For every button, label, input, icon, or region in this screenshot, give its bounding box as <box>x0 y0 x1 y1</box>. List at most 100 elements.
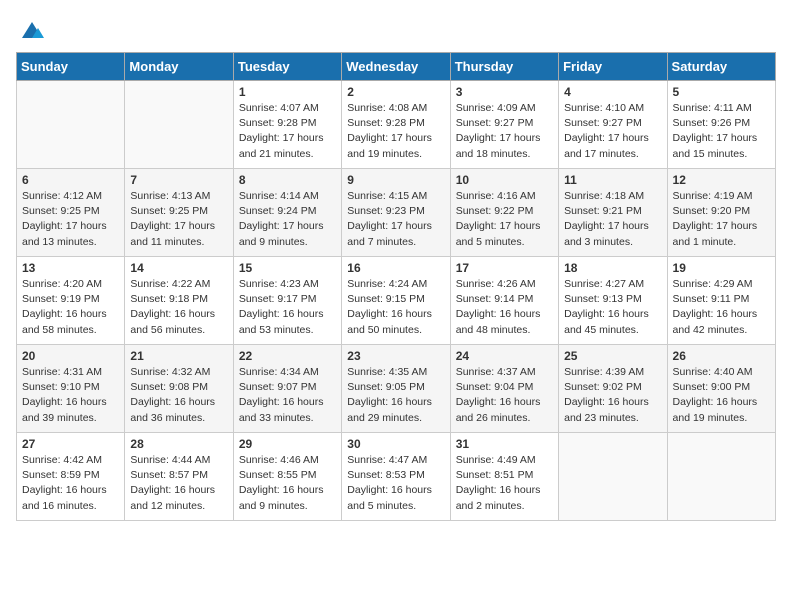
logo-icon <box>18 16 46 44</box>
logo <box>16 16 46 40</box>
col-header-thursday: Thursday <box>450 53 558 81</box>
day-number: 19 <box>673 261 770 275</box>
day-info: Sunrise: 4:39 AMSunset: 9:02 PMDaylight:… <box>564 365 661 426</box>
calendar-cell: 7 Sunrise: 4:13 AMSunset: 9:25 PMDaylight… <box>125 169 233 257</box>
calendar-cell: 16 Sunrise: 4:24 AMSunset: 9:15 PMDayligh… <box>342 257 450 345</box>
day-info: Sunrise: 4:47 AMSunset: 8:53 PMDaylight:… <box>347 453 444 514</box>
day-number: 27 <box>22 437 119 451</box>
day-info: Sunrise: 4:19 AMSunset: 9:20 PMDaylight:… <box>673 189 770 250</box>
col-header-tuesday: Tuesday <box>233 53 341 81</box>
calendar-cell: 24 Sunrise: 4:37 AMSunset: 9:04 PMDayligh… <box>450 345 558 433</box>
day-number: 21 <box>130 349 227 363</box>
day-info: Sunrise: 4:11 AMSunset: 9:26 PMDaylight:… <box>673 101 770 162</box>
calendar-cell <box>17 81 125 169</box>
day-number: 13 <box>22 261 119 275</box>
calendar-row-4: 27 Sunrise: 4:42 AMSunset: 8:59 PMDayligh… <box>17 433 776 521</box>
calendar-cell: 22 Sunrise: 4:34 AMSunset: 9:07 PMDayligh… <box>233 345 341 433</box>
calendar-cell: 28Sunrise: 4:44 AMSunset: 8:57 PMDayligh… <box>125 433 233 521</box>
calendar-cell: 10 Sunrise: 4:16 AMSunset: 9:22 PMDayligh… <box>450 169 558 257</box>
col-header-sunday: Sunday <box>17 53 125 81</box>
calendar-cell: 14 Sunrise: 4:22 AMSunset: 9:18 PMDayligh… <box>125 257 233 345</box>
day-number: 12 <box>673 173 770 187</box>
day-number: 1 <box>239 85 336 99</box>
day-info: Sunrise: 4:20 AMSunset: 9:19 PMDaylight:… <box>22 277 119 338</box>
day-info: Sunrise: 4:13 AMSunset: 9:25 PMDaylight:… <box>130 189 227 250</box>
day-info: Sunrise: 4:12 AMSunset: 9:25 PMDaylight:… <box>22 189 119 250</box>
calendar-cell: 9 Sunrise: 4:15 AMSunset: 9:23 PMDaylight… <box>342 169 450 257</box>
calendar-cell: 21 Sunrise: 4:32 AMSunset: 9:08 PMDayligh… <box>125 345 233 433</box>
day-info: Sunrise: 4:09 AMSunset: 9:27 PMDaylight:… <box>456 101 553 162</box>
day-number: 9 <box>347 173 444 187</box>
day-number: 17 <box>456 261 553 275</box>
day-number: 24 <box>456 349 553 363</box>
calendar-row-1: 6 Sunrise: 4:12 AMSunset: 9:25 PMDaylight… <box>17 169 776 257</box>
calendar-header-row: SundayMondayTuesdayWednesdayThursdayFrid… <box>17 53 776 81</box>
day-info: Sunrise: 4:35 AMSunset: 9:05 PMDaylight:… <box>347 365 444 426</box>
day-number: 3 <box>456 85 553 99</box>
calendar-cell: 3 Sunrise: 4:09 AMSunset: 9:27 PMDaylight… <box>450 81 558 169</box>
day-info: Sunrise: 4:07 AMSunset: 9:28 PMDaylight:… <box>239 101 336 162</box>
day-info: Sunrise: 4:42 AMSunset: 8:59 PMDaylight:… <box>22 453 119 514</box>
calendar-cell: 5 Sunrise: 4:11 AMSunset: 9:26 PMDaylight… <box>667 81 775 169</box>
day-info: Sunrise: 4:22 AMSunset: 9:18 PMDaylight:… <box>130 277 227 338</box>
calendar-cell: 27 Sunrise: 4:42 AMSunset: 8:59 PMDayligh… <box>17 433 125 521</box>
day-number: 6 <box>22 173 119 187</box>
day-info: Sunrise: 4:29 AMSunset: 9:11 PMDaylight:… <box>673 277 770 338</box>
calendar-cell <box>559 433 667 521</box>
day-info: Sunrise: 4:24 AMSunset: 9:15 PMDaylight:… <box>347 277 444 338</box>
day-number: 14 <box>130 261 227 275</box>
calendar-cell: 25 Sunrise: 4:39 AMSunset: 9:02 PMDayligh… <box>559 345 667 433</box>
day-number: 2 <box>347 85 444 99</box>
day-info: Sunrise: 4:16 AMSunset: 9:22 PMDaylight:… <box>456 189 553 250</box>
day-number: 18 <box>564 261 661 275</box>
day-info: Sunrise: 4:46 AMSunset: 8:55 PMDaylight:… <box>239 453 336 514</box>
calendar-cell <box>667 433 775 521</box>
day-number: 5 <box>673 85 770 99</box>
day-info: Sunrise: 4:44 AMSunset: 8:57 PMDaylight:… <box>130 453 227 514</box>
calendar-cell: 29 Sunrise: 4:46 AMSunset: 8:55 PMDayligh… <box>233 433 341 521</box>
day-info: Sunrise: 4:32 AMSunset: 9:08 PMDaylight:… <box>130 365 227 426</box>
calendar-cell: 30 Sunrise: 4:47 AMSunset: 8:53 PMDayligh… <box>342 433 450 521</box>
day-number: 20 <box>22 349 119 363</box>
calendar-cell: 31 Sunrise: 4:49 AMSunset: 8:51 PMDayligh… <box>450 433 558 521</box>
day-number: 16 <box>347 261 444 275</box>
day-number: 4 <box>564 85 661 99</box>
day-number: 10 <box>456 173 553 187</box>
calendar-cell: 13 Sunrise: 4:20 AMSunset: 9:19 PMDayligh… <box>17 257 125 345</box>
col-header-monday: Monday <box>125 53 233 81</box>
day-info: Sunrise: 4:49 AMSunset: 8:51 PMDaylight:… <box>456 453 553 514</box>
day-number: 22 <box>239 349 336 363</box>
day-info: Sunrise: 4:27 AMSunset: 9:13 PMDaylight:… <box>564 277 661 338</box>
day-number: 29 <box>239 437 336 451</box>
calendar-cell: 23Sunrise: 4:35 AMSunset: 9:05 PMDayligh… <box>342 345 450 433</box>
day-info: Sunrise: 4:10 AMSunset: 9:27 PMDaylight:… <box>564 101 661 162</box>
day-info: Sunrise: 4:34 AMSunset: 9:07 PMDaylight:… <box>239 365 336 426</box>
col-header-friday: Friday <box>559 53 667 81</box>
day-number: 11 <box>564 173 661 187</box>
calendar-cell: 6 Sunrise: 4:12 AMSunset: 9:25 PMDaylight… <box>17 169 125 257</box>
col-header-saturday: Saturday <box>667 53 775 81</box>
calendar-cell: 20 Sunrise: 4:31 AMSunset: 9:10 PMDayligh… <box>17 345 125 433</box>
calendar-cell: 15Sunrise: 4:23 AMSunset: 9:17 PMDayligh… <box>233 257 341 345</box>
day-number: 26 <box>673 349 770 363</box>
day-number: 8 <box>239 173 336 187</box>
day-info: Sunrise: 4:18 AMSunset: 9:21 PMDaylight:… <box>564 189 661 250</box>
day-info: Sunrise: 4:23 AMSunset: 9:17 PMDaylight:… <box>239 277 336 338</box>
calendar-cell: 26Sunrise: 4:40 AMSunset: 9:00 PMDayligh… <box>667 345 775 433</box>
day-number: 25 <box>564 349 661 363</box>
calendar-table: SundayMondayTuesdayWednesdayThursdayFrid… <box>16 52 776 521</box>
day-info: Sunrise: 4:14 AMSunset: 9:24 PMDaylight:… <box>239 189 336 250</box>
calendar-cell: 12 Sunrise: 4:19 AMSunset: 9:20 PMDayligh… <box>667 169 775 257</box>
day-number: 7 <box>130 173 227 187</box>
calendar-cell: 11 Sunrise: 4:18 AMSunset: 9:21 PMDayligh… <box>559 169 667 257</box>
calendar-cell: 2Sunrise: 4:08 AMSunset: 9:28 PMDaylight… <box>342 81 450 169</box>
day-info: Sunrise: 4:37 AMSunset: 9:04 PMDaylight:… <box>456 365 553 426</box>
day-info: Sunrise: 4:26 AMSunset: 9:14 PMDaylight:… <box>456 277 553 338</box>
day-info: Sunrise: 4:31 AMSunset: 9:10 PMDaylight:… <box>22 365 119 426</box>
calendar-row-3: 20 Sunrise: 4:31 AMSunset: 9:10 PMDayligh… <box>17 345 776 433</box>
day-number: 31 <box>456 437 553 451</box>
calendar-cell: 18 Sunrise: 4:27 AMSunset: 9:13 PMDayligh… <box>559 257 667 345</box>
day-number: 30 <box>347 437 444 451</box>
calendar-cell <box>125 81 233 169</box>
day-info: Sunrise: 4:15 AMSunset: 9:23 PMDaylight:… <box>347 189 444 250</box>
